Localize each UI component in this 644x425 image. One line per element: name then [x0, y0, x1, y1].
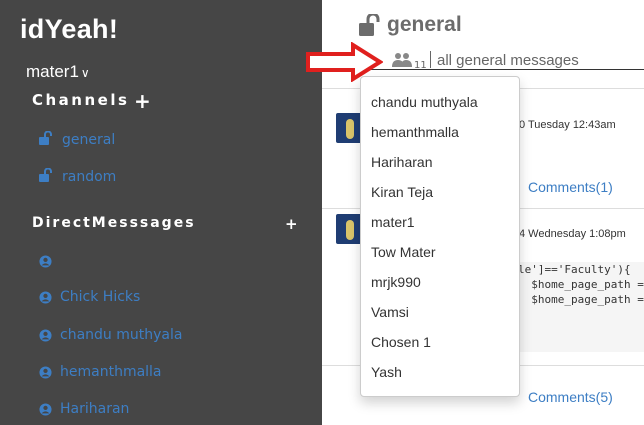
user-menu[interactable]: mater1 ∨ — [26, 62, 90, 82]
sidebar-item-chick-hicks[interactable]: Chick Hicks — [39, 289, 140, 305]
comments-link[interactable]: Comments(1) — [528, 179, 613, 195]
member-item[interactable]: mater1 — [371, 214, 415, 230]
header-divider — [430, 51, 431, 68]
member-item[interactable]: Chosen 1 — [371, 334, 431, 350]
channel-purpose: all general messages — [437, 52, 579, 69]
unlock-icon — [39, 167, 54, 186]
channel-title: general — [387, 13, 462, 36]
member-item[interactable]: Tow Mater — [371, 244, 436, 260]
users-icon[interactable] — [392, 52, 412, 68]
sidebar-item-chandu-muthyala[interactable]: chandu muthyala — [39, 327, 182, 343]
user-circle-icon — [39, 328, 52, 342]
sidebar-item-label: random — [62, 169, 117, 185]
member-item[interactable]: Kiran Teja — [371, 184, 433, 200]
code-line: $home_page_path = — [518, 293, 644, 306]
direct-messages-heading: DirectMesssages — [32, 215, 196, 231]
sidebar-item-random[interactable]: random — [39, 167, 117, 186]
sidebar-item-hariharan[interactable]: Hariharan — [39, 401, 129, 417]
member-item[interactable]: Yash — [371, 364, 402, 380]
member-item[interactable]: Hariharan — [371, 154, 432, 170]
username: mater1 — [26, 62, 79, 81]
sidebar-item-label: hemanthmalla — [60, 364, 162, 380]
sidebar-item-label: Hariharan — [60, 401, 130, 417]
sidebar-item-dm[interactable] — [39, 255, 60, 268]
message-timestamp: 4 Wednesday 1:08pm — [519, 228, 626, 240]
unlock-icon — [39, 130, 54, 149]
member-item[interactable]: mrjk990 — [371, 274, 421, 290]
sidebar-item-label: Chick Hicks — [60, 289, 141, 305]
sidebar-item-general[interactable]: general — [39, 130, 116, 149]
code-snippet: le']=='Faculty'){ $home_page_path = $hom… — [518, 262, 644, 352]
sidebar: idYeah! mater1 ∨ Channels + general rando… — [0, 0, 322, 425]
members-dropdown: chandu muthyala hemanthmalla Hariharan K… — [360, 76, 520, 397]
workspace-name: idYeah! — [20, 14, 119, 44]
user-circle-icon — [39, 255, 52, 268]
member-item[interactable]: hemanthmalla — [371, 124, 459, 140]
message-timestamp: 0 Tuesday 12:43am — [519, 119, 616, 131]
user-circle-icon — [39, 402, 52, 416]
sidebar-item-label: chandu muthyala — [60, 327, 183, 343]
add-direct-message-button[interactable]: + — [285, 215, 298, 233]
channels-heading: Channels — [32, 91, 130, 109]
chevron-down-icon: ∨ — [80, 66, 90, 80]
user-circle-icon — [39, 290, 52, 304]
sidebar-item-label: general — [62, 132, 116, 148]
unlock-icon — [359, 14, 380, 36]
member-item[interactable]: chandu muthyala — [371, 94, 478, 110]
member-item[interactable]: Vamsi — [371, 304, 409, 320]
code-line: $home_page_path = — [518, 278, 644, 291]
add-channel-button[interactable]: + — [134, 89, 151, 113]
comments-link[interactable]: Comments(5) — [528, 389, 613, 405]
user-circle-icon — [39, 365, 52, 379]
sidebar-item-hemanthmalla[interactable]: hemanthmalla — [39, 364, 162, 380]
code-line: le']=='Faculty'){ — [518, 263, 631, 276]
